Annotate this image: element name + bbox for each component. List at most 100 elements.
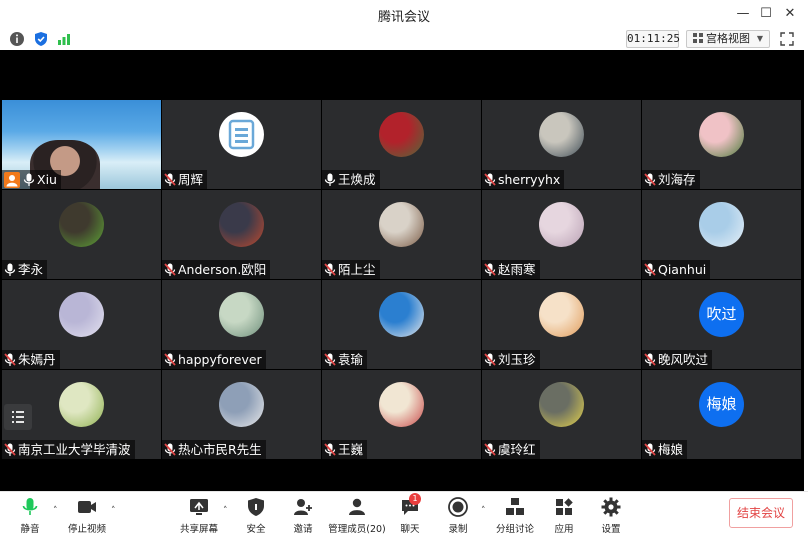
info-icon[interactable] [9, 31, 25, 47]
avatar [539, 382, 584, 427]
participant-name: 王巍 [338, 442, 364, 457]
mute-label: 静音 [20, 524, 40, 535]
security-button[interactable]: 安全 [242, 496, 270, 536]
microphone-icon [324, 173, 336, 187]
security-label: 安全 [246, 524, 266, 535]
participant-name: happyforever [178, 352, 262, 367]
shield-icon[interactable] [33, 31, 49, 47]
close-button[interactable]: ✕ [780, 4, 800, 24]
participant-name-bar: Anderson.欧阳 [162, 260, 271, 279]
participant-tile[interactable]: 刘玉珍 [482, 280, 641, 369]
participant-name: 梅娘 [658, 442, 684, 457]
participant-name-bar: 虞玲红 [482, 440, 540, 459]
mute-options-chevron[interactable]: ˄ [53, 506, 58, 516]
signal-icon[interactable] [56, 31, 72, 47]
chevron-down-icon: ▼ [756, 34, 763, 43]
chat-button[interactable]: 1 聊天 [396, 493, 424, 536]
microphone-icon [22, 498, 38, 515]
participant-name-bar: Qianhui [642, 260, 711, 279]
participant-tile[interactable]: 赵雨寒 [482, 190, 641, 279]
participant-name: 刘玉珍 [498, 352, 536, 367]
participant-tile[interactable]: 朱嫣丹 [2, 280, 161, 369]
share-options-chevron[interactable]: ˄ [223, 506, 228, 516]
participant-name-bar: 袁瑜 [322, 350, 368, 369]
invite-label: 邀请 [293, 524, 313, 535]
chat-label: 聊天 [400, 524, 420, 535]
microphone-muted-icon [164, 172, 176, 187]
participant-name: 赵雨寒 [498, 262, 536, 277]
participant-grid: Xiu 周辉 王焕成 sherryyhx 刘海存李永 Anderson.欧阳 陌上尘 赵雨寒 Q… [2, 100, 802, 460]
participant-name: 晚风吹过 [658, 352, 709, 367]
participant-list-toggle[interactable] [4, 404, 32, 430]
apps-button[interactable]: 应用 [550, 496, 578, 536]
apps-label: 应用 [554, 524, 574, 535]
view-mode-dropdown[interactable]: 宫格视图 ▼ [686, 30, 770, 48]
participant-tile[interactable]: 周辉 [162, 100, 321, 189]
breakout-rooms-button[interactable]: 分组讨论 [494, 496, 536, 536]
participant-tile[interactable]: Qianhui [642, 190, 801, 279]
avatar: 吹过 [699, 292, 744, 337]
grid-view-icon [693, 33, 703, 43]
breakout-rooms-label: 分组讨论 [495, 524, 534, 535]
participant-tile[interactable]: 王焕成 [322, 100, 481, 189]
mute-button[interactable]: 静音 [14, 496, 46, 536]
microphone-muted-icon [644, 262, 656, 277]
participant-tile[interactable]: Xiu [2, 100, 161, 189]
microphone-muted-icon [484, 352, 496, 367]
invite-button[interactable]: 邀请 [289, 496, 317, 536]
microphone-muted-icon [324, 262, 336, 277]
participant-name-bar: 刘玉珍 [482, 350, 540, 369]
record-options-chevron[interactable]: ˄ [481, 506, 486, 516]
microphone-muted-icon [4, 442, 16, 457]
participant-name-bar: 周辉 [162, 170, 208, 189]
participant-tile[interactable]: 吹过晚风吹过 [642, 280, 801, 369]
share-screen-button[interactable]: 共享屏幕 [178, 496, 220, 536]
end-meeting-button[interactable]: 结束会议 [729, 498, 793, 528]
participant-tile[interactable]: Anderson.欧阳 [162, 190, 321, 279]
participant-tile[interactable]: 袁瑜 [322, 280, 481, 369]
video-options-chevron[interactable]: ˄ [111, 506, 116, 516]
settings-button[interactable]: 设置 [597, 496, 625, 536]
participant-name-bar: 朱嫣丹 [2, 350, 60, 369]
participant-tile[interactable]: 热心市民R先生 [162, 370, 321, 459]
microphone-muted-icon [164, 262, 176, 277]
stop-video-button[interactable]: 停止视频 [64, 496, 110, 536]
participant-name: 热心市民R先生 [178, 442, 262, 457]
participant-name: 南京工业大学毕清波 [18, 442, 131, 457]
avatar [219, 382, 264, 427]
host-icon [4, 171, 20, 188]
minimize-button[interactable]: — [733, 4, 753, 24]
participant-tile[interactable]: 虞玲红 [482, 370, 641, 459]
settings-label: 设置 [601, 524, 621, 535]
manage-members-button[interactable]: 管理成员(20) [327, 496, 387, 536]
avatar: 梅娘 [699, 382, 744, 427]
shield-icon [248, 498, 264, 516]
participant-name-bar: 王焕成 [322, 170, 380, 189]
microphone-muted-icon [484, 262, 496, 277]
participant-name: 周辉 [178, 172, 204, 187]
participant-tile[interactable]: 刘海存 [642, 100, 801, 189]
record-button[interactable]: 录制 [444, 496, 472, 536]
avatar [379, 292, 424, 337]
avatar [219, 202, 264, 247]
participant-name-bar: happyforever [162, 350, 266, 369]
participant-name-bar: 晚风吹过 [642, 350, 713, 369]
maximize-button[interactable]: ☐ [756, 4, 776, 24]
participant-name-bar: sherryyhx [482, 170, 565, 189]
microphone-muted-icon [644, 442, 656, 457]
participant-tile[interactable]: sherryyhx [482, 100, 641, 189]
participant-tile[interactable]: happyforever [162, 280, 321, 369]
participant-name: 袁瑜 [338, 352, 364, 367]
window-title: 腾讯会议 [377, 10, 430, 25]
breakout-icon [506, 498, 524, 515]
participant-tile[interactable]: 李永 [2, 190, 161, 279]
participant-tile[interactable]: 陌上尘 [322, 190, 481, 279]
microphone-muted-icon [324, 352, 336, 367]
title-bar: 腾讯会议 — ☐ ✕ [0, 0, 808, 28]
participant-name: sherryyhx [498, 172, 561, 187]
participant-tile[interactable]: 梅娘 梅娘 [642, 370, 801, 459]
fullscreen-icon[interactable] [779, 31, 795, 47]
participant-tile[interactable]: 王巍 [322, 370, 481, 459]
avatar [699, 112, 744, 157]
avatar [219, 292, 264, 337]
